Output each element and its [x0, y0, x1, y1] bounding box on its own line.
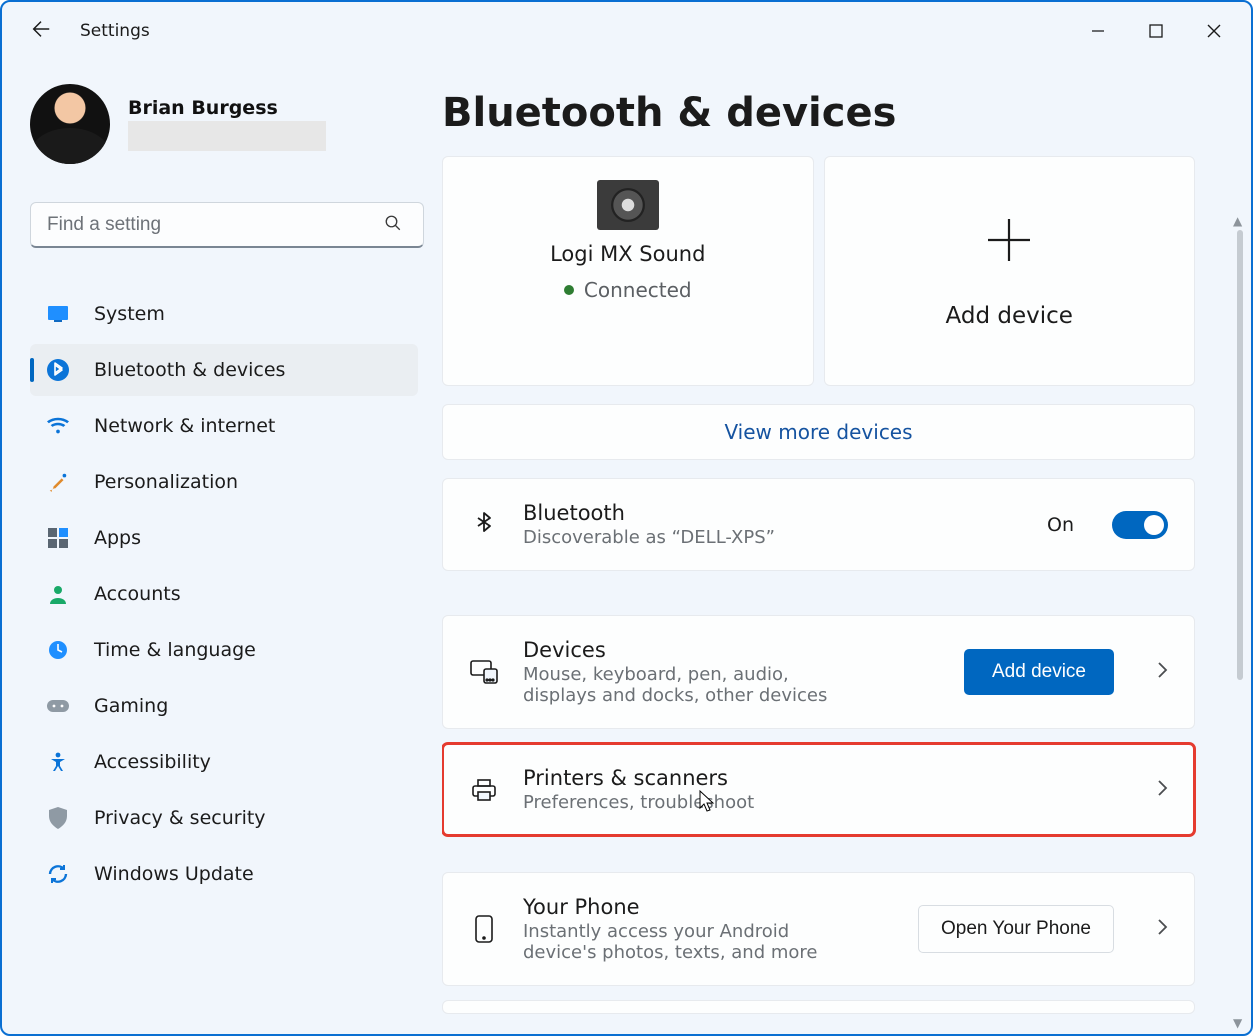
sidebar-item-label: System — [94, 303, 165, 325]
window-title: Settings — [80, 21, 150, 41]
maximize-button[interactable] — [1127, 8, 1185, 54]
add-device-button[interactable]: Add device — [964, 649, 1114, 695]
person-icon — [46, 582, 70, 606]
row-subtitle: Discoverable as “DELL-XPS” — [523, 527, 953, 548]
row-title: Your Phone — [523, 895, 894, 919]
speaker-icon — [597, 180, 659, 230]
wifi-icon — [46, 414, 70, 438]
open-your-phone-button[interactable]: Open Your Phone — [918, 905, 1114, 953]
main-panel: Bluetooth & devices Logi MX Sound Connec… — [442, 60, 1251, 1034]
sidebar-item-accounts[interactable]: Accounts — [30, 568, 418, 620]
row-your-phone[interactable]: Your Phone Instantly access your Android… — [442, 872, 1195, 986]
row-title: Devices — [523, 638, 940, 662]
bluetooth-icon — [46, 358, 70, 382]
bluetooth-icon — [469, 511, 499, 539]
row-peek — [442, 1000, 1195, 1014]
sidebar-item-system[interactable]: System — [30, 288, 418, 340]
back-button[interactable] — [30, 18, 52, 44]
sidebar-item-accessibility[interactable]: Accessibility — [30, 736, 418, 788]
row-subtitle: Instantly access your Android device's p… — [523, 921, 853, 963]
row-title: Printers & scanners — [523, 766, 1114, 790]
sidebar-item-personalization[interactable]: Personalization — [30, 456, 418, 508]
gamepad-icon — [46, 694, 70, 718]
search-icon — [384, 214, 402, 236]
chevron-right-icon — [1156, 918, 1168, 940]
minimize-button[interactable] — [1069, 8, 1127, 54]
user-email-redacted — [128, 121, 326, 151]
chevron-right-icon — [1156, 779, 1168, 801]
bluetooth-toggle[interactable] — [1112, 511, 1168, 539]
search-field[interactable] — [30, 202, 418, 248]
add-device-card[interactable]: Add device — [824, 156, 1196, 386]
devices-icon — [469, 660, 499, 684]
row-title: Bluetooth — [523, 501, 1023, 525]
scrollbar[interactable]: ▲ ▼ — [1235, 220, 1245, 1024]
scrollbar-thumb[interactable] — [1237, 230, 1243, 680]
sidebar-item-label: Accessibility — [94, 751, 211, 773]
search-input[interactable] — [30, 202, 424, 248]
nav: System Bluetooth & devices Network & int… — [30, 288, 418, 900]
sidebar-item-bluetooth-devices[interactable]: Bluetooth & devices — [30, 344, 418, 396]
row-devices[interactable]: Devices Mouse, keyboard, pen, audio, dis… — [442, 615, 1195, 729]
sidebar-item-network[interactable]: Network & internet — [30, 400, 418, 452]
sidebar-item-label: Windows Update — [94, 863, 254, 885]
device-status: Connected — [564, 278, 692, 302]
update-icon — [46, 862, 70, 886]
user-name: Brian Burgess — [128, 97, 326, 119]
toggle-state-label: On — [1047, 514, 1074, 536]
add-device-label: Add device — [946, 303, 1073, 329]
clock-globe-icon — [46, 638, 70, 662]
sidebar-item-time-language[interactable]: Time & language — [30, 624, 418, 676]
user-profile[interactable]: Brian Burgess — [30, 84, 418, 164]
row-printers-scanners[interactable]: Printers & scanners Preferences, trouble… — [442, 743, 1195, 836]
chevron-right-icon — [1156, 661, 1168, 683]
sidebar-item-privacy-security[interactable]: Privacy & security — [30, 792, 418, 844]
apps-icon — [46, 526, 70, 550]
sidebar-item-gaming[interactable]: Gaming — [30, 680, 418, 732]
scroll-up-icon[interactable]: ▲ — [1233, 214, 1242, 228]
status-dot-icon — [564, 285, 574, 295]
display-icon — [46, 302, 70, 326]
plus-icon — [982, 213, 1036, 271]
sidebar-item-label: Time & language — [94, 639, 256, 661]
sidebar-item-label: Network & internet — [94, 415, 275, 437]
main-scroll[interactable]: Logi MX Sound Connected Add device — [442, 156, 1245, 1034]
sidebar-item-label: Gaming — [94, 695, 168, 717]
view-more-devices-link[interactable]: View more devices — [442, 404, 1195, 460]
shield-icon — [46, 806, 70, 830]
sidebar-item-windows-update[interactable]: Windows Update — [30, 848, 418, 900]
phone-icon — [469, 915, 499, 943]
sidebar-item-apps[interactable]: Apps — [30, 512, 418, 564]
row-subtitle: Mouse, keyboard, pen, audio, displays an… — [523, 664, 853, 706]
sidebar-item-label: Accounts — [94, 583, 181, 605]
sidebar-item-label: Personalization — [94, 471, 238, 493]
sidebar: Brian Burgess System — [2, 60, 442, 1034]
avatar — [30, 84, 110, 164]
sidebar-item-label: Privacy & security — [94, 807, 266, 829]
row-bluetooth[interactable]: Bluetooth Discoverable as “DELL-XPS” On — [442, 478, 1195, 571]
settings-window: Settings Brian Burgess — [0, 0, 1253, 1036]
printer-icon — [469, 778, 499, 802]
scroll-down-icon[interactable]: ▼ — [1233, 1016, 1242, 1030]
titlebar: Settings — [2, 2, 1251, 60]
row-subtitle: Preferences, troubleshoot — [523, 792, 953, 813]
sidebar-item-label: Apps — [94, 527, 141, 549]
sidebar-item-label: Bluetooth & devices — [94, 359, 285, 381]
page-title: Bluetooth & devices — [442, 60, 1245, 156]
close-button[interactable] — [1185, 8, 1243, 54]
accessibility-icon — [46, 750, 70, 774]
device-card[interactable]: Logi MX Sound Connected — [442, 156, 814, 386]
paintbrush-icon — [46, 470, 70, 494]
device-name: Logi MX Sound — [550, 242, 705, 266]
